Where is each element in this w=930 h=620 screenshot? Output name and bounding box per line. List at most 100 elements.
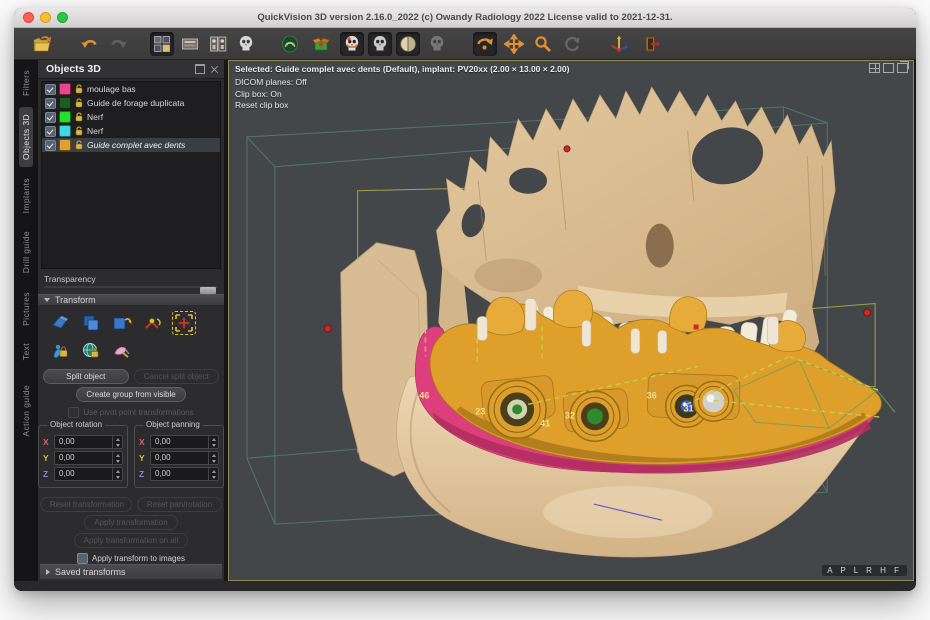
undock-panel-icon[interactable] <box>195 64 205 74</box>
panel-header: Objects 3D <box>38 60 224 79</box>
toolbar-button-pan-tool[interactable] <box>502 32 526 56</box>
close-window-button[interactable] <box>23 12 34 23</box>
color-swatch[interactable] <box>59 97 71 109</box>
color-swatch[interactable] <box>59 139 71 151</box>
rotation-x-input[interactable]: 0,00 <box>54 435 123 449</box>
open-box-icon <box>312 35 330 53</box>
color-swatch[interactable] <box>59 83 71 95</box>
transform-move-tool-button[interactable] <box>48 311 72 335</box>
lock-open-icon[interactable] <box>74 84 84 94</box>
visibility-checkbox[interactable] <box>45 84 56 95</box>
panning-x-input[interactable]: 0,00 <box>150 435 219 449</box>
toolbar-button-reset-rotation[interactable] <box>560 32 584 56</box>
transform-value-groups: Object rotation X 0,00 Y 0,00 Z 0,00 <box>38 425 224 488</box>
object-row[interactable]: moulage bas <box>42 82 220 96</box>
spinner-arrows[interactable] <box>112 436 122 448</box>
color-swatch[interactable] <box>59 111 71 123</box>
open-project-icon <box>32 34 52 54</box>
scene-3d-canvas[interactable]: 46 23 41 32 36 31 <box>229 61 913 580</box>
close-panel-icon[interactable] <box>210 65 219 74</box>
tab-pictures[interactable]: Pictures <box>19 285 33 333</box>
spinner-arrows[interactable] <box>112 468 122 480</box>
object-row[interactable]: Nerf <box>42 110 220 124</box>
tab-drill-guide[interactable]: Drill guide <box>19 224 33 280</box>
toolbar-button-skull-ghost[interactable] <box>425 32 449 56</box>
saved-transforms-header[interactable]: Saved transforms <box>40 564 222 579</box>
transparency-slider-handle[interactable] <box>200 287 216 294</box>
toolbar-button-undo[interactable] <box>78 32 102 56</box>
tab-implants[interactable]: Implants <box>19 171 33 220</box>
tab-filters[interactable]: Filters <box>19 63 33 103</box>
maximize-view-icon[interactable] <box>883 63 894 73</box>
svg-text:23: 23 <box>475 406 485 416</box>
grid-layout-icon[interactable] <box>869 63 880 73</box>
visibility-checkbox[interactable] <box>45 140 56 151</box>
tab-objects-3d[interactable]: Objects 3D <box>19 107 33 167</box>
zoom-window-button[interactable] <box>57 12 68 23</box>
toolbar-button-layout-single[interactable] <box>178 32 202 56</box>
rotation-z-input[interactable]: 0,00 <box>54 467 123 481</box>
deform-tool-button[interactable] <box>110 339 134 363</box>
visibility-checkbox[interactable] <box>45 112 56 123</box>
skull-3d-view-icon <box>238 35 254 52</box>
toolbar-button-layout-quad[interactable] <box>150 32 174 56</box>
transform-copy-tool-button[interactable] <box>79 311 103 335</box>
toolbar-button-transform-axes[interactable] <box>608 32 632 56</box>
saved-transforms-title: Saved transforms <box>55 567 126 577</box>
transform-section-header[interactable]: Transform <box>38 294 224 306</box>
spinner-arrows[interactable] <box>208 468 218 480</box>
lock-object-button[interactable] <box>48 339 72 363</box>
lock-open-icon[interactable] <box>74 140 84 150</box>
apply-transformation-button[interactable]: Apply transformation <box>84 515 177 530</box>
toolbar-button-view-3d-skull[interactable] <box>234 32 258 56</box>
toolbar-button-zoom-tool[interactable] <box>531 32 555 56</box>
spinner-arrows[interactable] <box>112 452 122 464</box>
transform-mirror-tool-button[interactable] <box>110 311 134 335</box>
toolbar-button-arch-view[interactable] <box>278 32 302 56</box>
toolbar-button-open-project[interactable] <box>30 32 54 56</box>
bounding-box-icon <box>173 312 195 334</box>
apply-to-images-checkbox[interactable] <box>77 553 88 564</box>
object-row[interactable]: Guide complet avec dents <box>42 138 220 152</box>
transparency-slider[interactable] <box>44 286 218 288</box>
visibility-checkbox[interactable] <box>45 126 56 137</box>
create-group-button[interactable]: Create group from visible <box>76 387 185 402</box>
object-row[interactable]: Nerf <box>42 124 220 138</box>
lock-all-button[interactable] <box>79 339 103 363</box>
visibility-checkbox[interactable] <box>45 98 56 109</box>
tab-action-guide[interactable]: Action guide <box>19 378 33 444</box>
minimize-window-button[interactable] <box>40 12 51 23</box>
transform-rotate-tool-button[interactable] <box>141 311 165 335</box>
use-pivot-checkbox[interactable] <box>68 407 79 418</box>
clip-box-status: Clip box: On <box>235 89 569 100</box>
reset-transformation-button[interactable]: Reset transformation <box>40 497 132 512</box>
spinner-arrows[interactable] <box>208 452 218 464</box>
toolbar-button-exit-app[interactable] <box>640 32 664 56</box>
split-object-button[interactable]: Split object <box>43 369 129 384</box>
toolbar-button-redo[interactable] <box>106 32 130 56</box>
panning-z-input[interactable]: 0,00 <box>150 467 219 481</box>
rotation-y-input[interactable]: 0,00 <box>54 451 123 465</box>
toolbar-button-open-box[interactable] <box>309 32 333 56</box>
transform-boundingbox-tool-button[interactable] <box>172 311 196 335</box>
spinner-arrows[interactable] <box>208 436 218 448</box>
apply-transformation-all-button[interactable]: Apply transformation on all <box>74 533 189 548</box>
toolbar-button-clip-sphere[interactable] <box>396 32 420 56</box>
toolbar-button-skull-render[interactable] <box>340 32 364 56</box>
cancel-split-object-button[interactable]: Cancel split object <box>134 369 220 384</box>
toolbar-button-layout-dual[interactable] <box>206 32 230 56</box>
reset-clip-box-action[interactable]: Reset clip box <box>235 100 569 111</box>
lock-open-icon[interactable] <box>74 126 84 136</box>
reset-pan-rotation-button[interactable]: Reset pan/rotation <box>137 497 222 512</box>
object-list: moulage bas Guide de forage duplicata Ne… <box>41 81 221 269</box>
toolbar-button-skull-bone[interactable] <box>368 32 392 56</box>
toolbar-button-rotate-tool[interactable] <box>473 32 497 56</box>
restore-view-icon[interactable] <box>897 63 908 73</box>
tab-text[interactable]: Text <box>19 336 33 367</box>
lock-open-icon[interactable] <box>74 112 84 122</box>
color-swatch[interactable] <box>59 125 71 137</box>
panning-y-input[interactable]: 0,00 <box>150 451 219 465</box>
lock-open-icon[interactable] <box>74 98 84 108</box>
object-row[interactable]: Guide de forage duplicata <box>42 96 220 110</box>
rotate-object-icon <box>142 312 164 334</box>
